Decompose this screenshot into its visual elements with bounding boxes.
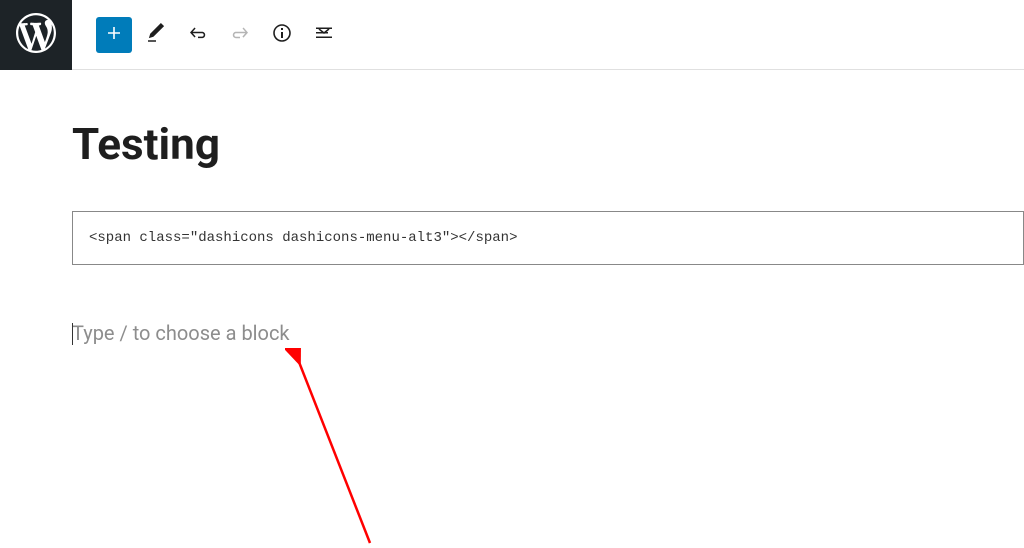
add-block-button[interactable] [96, 17, 132, 53]
wordpress-logo-icon [16, 13, 56, 57]
editor-content-area: Testing <span class="dashicons dashicons… [0, 118, 1024, 345]
page-title[interactable]: Testing [72, 118, 1024, 171]
redo-button[interactable] [222, 17, 258, 53]
info-icon [270, 21, 294, 49]
redo-icon [228, 21, 252, 49]
editor-top-bar [0, 0, 1024, 70]
tools-button[interactable] [138, 17, 174, 53]
details-button[interactable] [264, 17, 300, 53]
wordpress-logo-button[interactable] [0, 0, 72, 70]
undo-button[interactable] [180, 17, 216, 53]
annotation-arrow-icon [285, 348, 385, 548]
list-outline-icon [312, 21, 336, 49]
plus-icon [102, 21, 126, 49]
undo-icon [186, 21, 210, 49]
editor-toolbar [72, 17, 342, 53]
pencil-icon [144, 21, 168, 49]
code-block[interactable]: <span class="dashicons dashicons-menu-al… [72, 211, 1024, 265]
outline-button[interactable] [306, 17, 342, 53]
block-placeholder[interactable]: Type / to choose a block [72, 321, 1024, 345]
